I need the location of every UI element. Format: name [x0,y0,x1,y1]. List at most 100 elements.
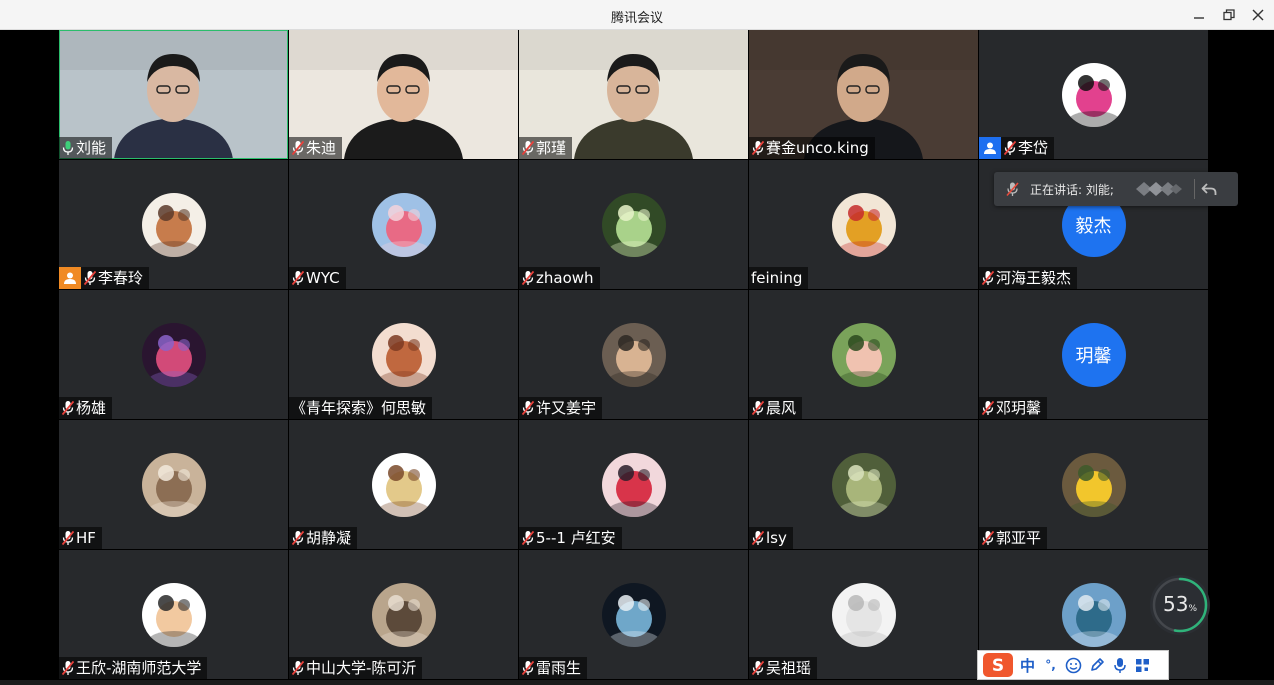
participant-nameplate: 吴祖瑶 [749,657,818,679]
svg-text:S: S [992,656,1004,676]
participant-nameplate: WYC [289,267,346,289]
participant-tile[interactable]: 许又姜宇 [519,290,748,419]
participant-name: 李春玲 [98,269,144,287]
participant-nameplate: 《青年探索》何思敏 [289,397,433,419]
baby-photo-avatar [831,322,896,387]
participant-nameplate: 雷雨生 [519,657,588,679]
mic-status [61,527,75,549]
participant-tile[interactable]: 賽金unco.king [749,30,978,159]
toolbox-grid-icon[interactable] [1131,651,1154,679]
mic-muted-icon [752,140,764,156]
participant-nameplate: 刘能 [59,137,113,159]
participant-tile[interactable]: 刘能 [59,30,288,159]
participant-name: HF [76,529,96,547]
participant-tile[interactable]: 玥馨 邓玥馨 [979,290,1208,419]
mic-status [291,527,305,549]
participant-name: 5--1 卢红安 [536,529,616,547]
participant-name: 邓玥馨 [996,399,1042,417]
participant-nameplate: 王欣-湖南师范大学 [59,657,208,679]
mic-muted-icon [292,140,304,156]
ime-mode-toggle[interactable]: 中 [1016,651,1039,679]
restore-button[interactable] [1213,0,1245,30]
mic-status [291,267,305,289]
mic-muted-icon [292,660,304,676]
mic-muted-icon [62,400,74,416]
mic-status [521,267,535,289]
mic-muted-icon [62,660,74,676]
participant-name: 《青年探索》何思敏 [291,399,427,417]
user-badge [59,267,81,289]
collapse-banner-button[interactable] [1195,182,1223,196]
minimize-button[interactable] [1183,0,1215,30]
mic-muted-icon [522,270,534,286]
sogou-logo-icon[interactable]: S [980,651,1016,679]
participant-tile[interactable]: 李春玲 [59,160,288,289]
participant-tile[interactable]: 《青年探索》何思敏 [289,290,518,419]
mic-muted-icon [62,530,74,546]
mic-status [981,267,995,289]
participant-tile[interactable]: 中山大学-陈可沂 [289,550,518,679]
mic-status [981,397,995,419]
participant-nameplate: 郭瑾 [519,137,573,159]
participant-tile[interactable]: HF [59,420,288,549]
mic-status [521,397,535,419]
participant-tile[interactable]: zhaowh [519,160,748,289]
voice-input-icon[interactable] [1108,651,1131,679]
network-gauge[interactable]: 53% [1150,575,1210,635]
participant-tile[interactable]: 5--1 卢红安 [519,420,748,549]
handwriting-icon[interactable] [1085,651,1108,679]
mic-muted-icon [292,270,304,286]
emoji-icon[interactable] [1062,651,1085,679]
yellow-rose-avatar [1061,452,1126,517]
participant-nameplate: 5--1 卢红安 [519,527,622,549]
mic-status [751,137,765,159]
mic-status [61,397,75,419]
participant-tile[interactable]: 吴祖瑶 [749,550,978,679]
mic-status [83,267,97,289]
participant-name: 郭瑾 [536,139,567,157]
participant-name: 李岱 [1018,139,1049,157]
participant-nameplate: 晨风 [749,397,803,419]
participant-name: 雷雨生 [536,659,582,677]
mic-status [521,137,535,159]
participant-tile[interactable]: 雷雨生 [519,550,748,679]
mic-muted-icon [752,400,764,416]
active-speaker-banner: 正在讲话: 刘能; [994,172,1238,206]
close-window-button[interactable] [1242,0,1274,30]
mic-muted-icon [1004,140,1016,156]
winnie-the-pooh-avatar [831,192,896,257]
participant-tile[interactable]: 王欣-湖南师范大学 [59,550,288,679]
ime-punctuation-toggle[interactable]: °, [1039,651,1062,679]
mic-status [521,527,535,549]
participant-tile[interactable]: lsy [749,420,978,549]
cartoon-girl-avatar [371,452,436,517]
mic-status [61,657,75,679]
participant-tile[interactable]: 朱迪 [289,30,518,159]
participant-name: 郭亚平 [996,529,1042,547]
window-title: 腾讯会议 [610,11,663,26]
participant-name: WYC [306,269,340,287]
ime-toolbar: S 中 °, [977,650,1169,680]
participant-nameplate: 郭亚平 [979,527,1048,549]
mic-status [751,397,765,419]
user-badge [979,137,1001,159]
street-photo-avatar [371,582,436,647]
participant-tile[interactable]: 晨风 [749,290,978,419]
portrait-sketch-avatar [141,192,206,257]
participant-tile[interactable]: 李岱 [979,30,1208,159]
participant-tile[interactable]: 郭亚平 [979,420,1208,549]
participant-tile[interactable]: 胡静凝 [289,420,518,549]
mic-status [291,137,305,159]
speaking-label: 正在讲话: 刘能; [1030,182,1114,197]
participant-tile[interactable]: WYC [289,160,518,289]
mic-muted-icon [522,660,534,676]
participant-tile[interactable]: feining [749,160,978,289]
participant-name: 吴祖瑶 [766,659,812,677]
taskbar-edge [0,680,1274,685]
anime-avatar [601,452,666,517]
participant-nameplate: 河海王毅杰 [979,267,1078,289]
dark-poster-avatar [601,582,666,647]
leaf-avatar [831,452,896,517]
participant-tile[interactable]: 杨雄 [59,290,288,419]
participant-tile[interactable]: 郭瑾 [519,30,748,159]
